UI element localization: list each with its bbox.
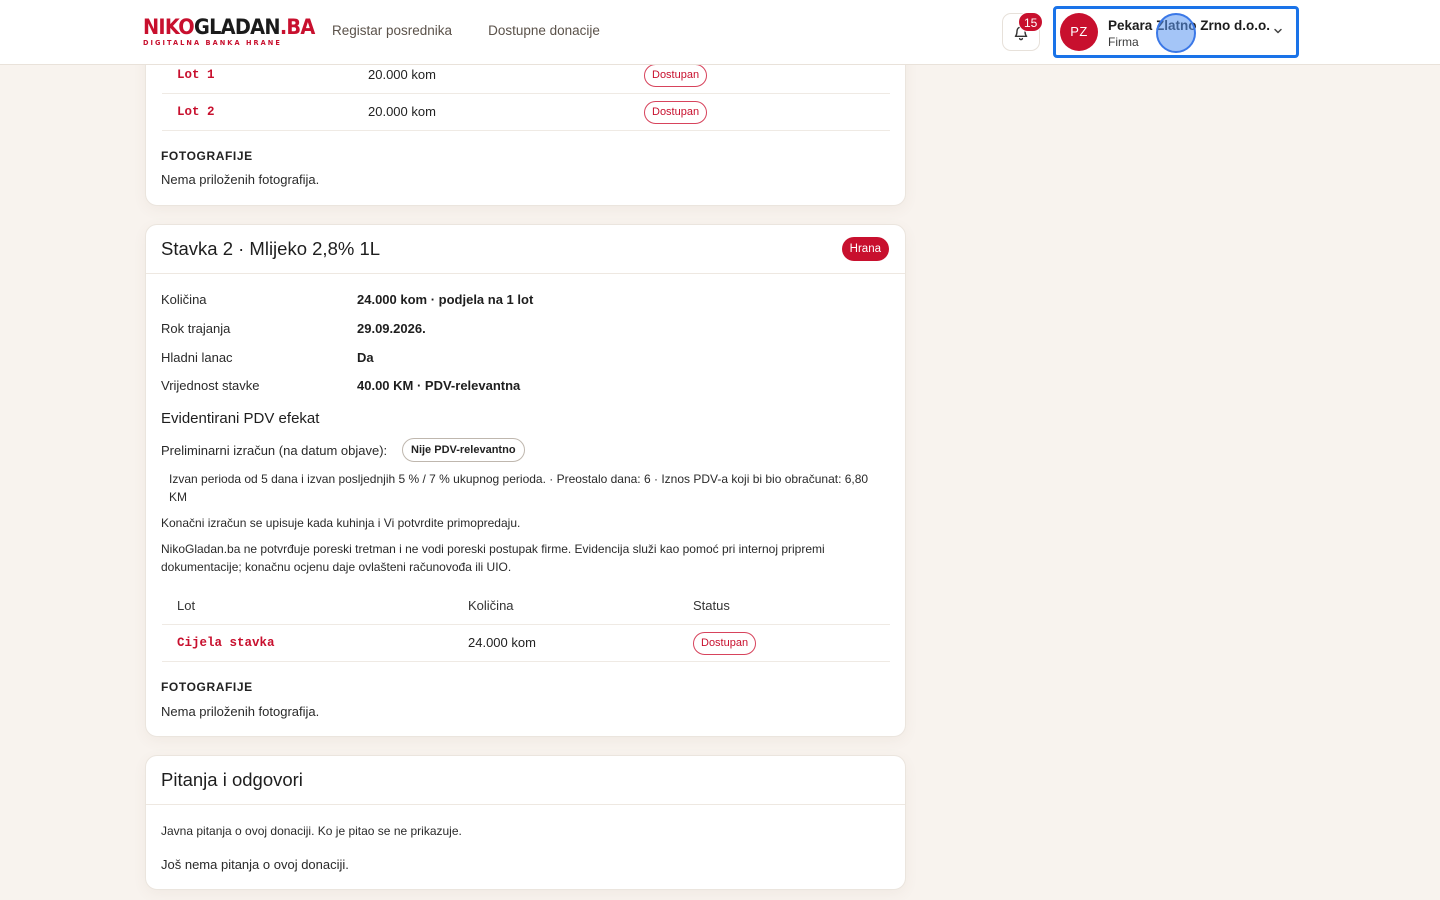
qa-empty-text: Još nema pitanja o ovoj donaciji. — [161, 857, 349, 872]
account-switcher[interactable]: PZ Pekara Zlatno Zrno d.o.o. Firma — [1053, 6, 1299, 58]
avatar: PZ — [1060, 13, 1098, 51]
notification-count-badge: 15 — [1018, 12, 1044, 32]
qa-title: Pitanja i odgovori — [161, 769, 303, 790]
detail-value: 40.00 KM · PDV-relevantna — [357, 378, 521, 393]
detail-label: Rok trajanja — [161, 321, 231, 336]
detail-label: Vrijednost stavke — [161, 378, 260, 393]
top-header: NIKOGLADAN.BA DIGITALNA BANKA HRANE Regi… — [0, 0, 1440, 65]
qa-intro: Javna pitanja o ovoj donaciji. Ko je pit… — [161, 824, 462, 838]
lot-quantity: 20.000 kom — [368, 104, 436, 119]
card-header: Stavka 2 · Mlijeko 2,8% 1L Hrana — [146, 225, 905, 274]
qa-card: Pitanja i odgovori Javna pitanja o ovoj … — [145, 755, 906, 890]
photos-label: FOTOGRAFIJE — [161, 149, 253, 163]
prelim-detail: Izvan perioda od 5 dana i izvan posljedn… — [169, 472, 869, 486]
vat-heading: Evidentirani PDV efekat — [161, 410, 320, 427]
photos-label: FOTOGRAFIJE — [161, 680, 253, 694]
account-name: Pekara Zlatno Zrno d.o.o. — [1108, 18, 1271, 33]
disclaimer-cont: dokumentacije; konačnu ocjenu daje ovlaš… — [161, 560, 512, 574]
disclaimer: NikoGladan.ba ne potvrđuje poreski tretm… — [161, 542, 825, 556]
logo-wordmark: NIKOGLADAN.BA — [143, 15, 315, 39]
detail-value: Da — [357, 350, 374, 365]
chevron-down-icon — [1274, 28, 1282, 34]
status-badge: Dostupan — [693, 632, 757, 655]
row-divider — [162, 661, 890, 662]
lot-link[interactable]: Lot 2 — [177, 105, 215, 119]
column-header-status: Status — [693, 598, 730, 613]
detail-value: 24.000 kom · podjela na 1 lot — [357, 292, 534, 307]
detail-label: Hladni lanac — [161, 350, 233, 365]
prelim-detail-cont: KM — [169, 490, 187, 504]
photos-empty-text: Nema priloženih fotografija. — [161, 172, 320, 187]
site-logo[interactable]: NIKOGLADAN.BA DIGITALNA BANKA HRANE — [143, 15, 315, 47]
status-badge: Dostupan — [644, 101, 708, 124]
nav-link-donacije[interactable]: Dostupne donacije — [488, 23, 600, 38]
lot-link[interactable]: Cijela stavka — [177, 636, 275, 650]
row-divider — [162, 130, 890, 131]
lot-quantity: 20.000 kom — [368, 67, 436, 82]
prelim-label: Preliminarni izračun (na datum objave): — [161, 443, 388, 458]
nav-link-registar[interactable]: Registar posrednika — [332, 23, 452, 38]
column-header-lot: Lot — [177, 598, 196, 613]
lot-quantity: 24.000 kom — [468, 635, 536, 650]
main-nav: Registar posrednika Dostupne donacije — [332, 23, 600, 38]
category-badge: Hrana — [841, 237, 889, 261]
row-divider — [162, 93, 890, 94]
status-badge: Dostupan — [644, 64, 708, 87]
lot-link[interactable]: Lot 1 — [177, 68, 215, 82]
logo-tagline: DIGITALNA BANKA HRANE — [143, 39, 282, 47]
vat-status-badge: Nije PDV-relevantno — [402, 438, 525, 462]
detail-label: Količina — [161, 292, 207, 307]
photos-empty-text: Nema priloženih fotografija. — [161, 704, 320, 719]
column-header-qty: Količina — [468, 598, 514, 613]
item-title: Stavka 2 · Mlijeko 2,8% 1L — [161, 238, 381, 259]
item-card-2: Stavka 2 · Mlijeko 2,8% 1L Hrana Količin… — [145, 224, 906, 737]
card-header: Pitanja i odgovori — [146, 756, 905, 805]
account-role: Firma — [1108, 35, 1139, 49]
row-divider — [162, 624, 890, 625]
final-calc-note: Konačni izračun se upisuje kada kuhinja … — [161, 516, 521, 530]
detail-value: 29.09.2026. — [357, 321, 426, 336]
